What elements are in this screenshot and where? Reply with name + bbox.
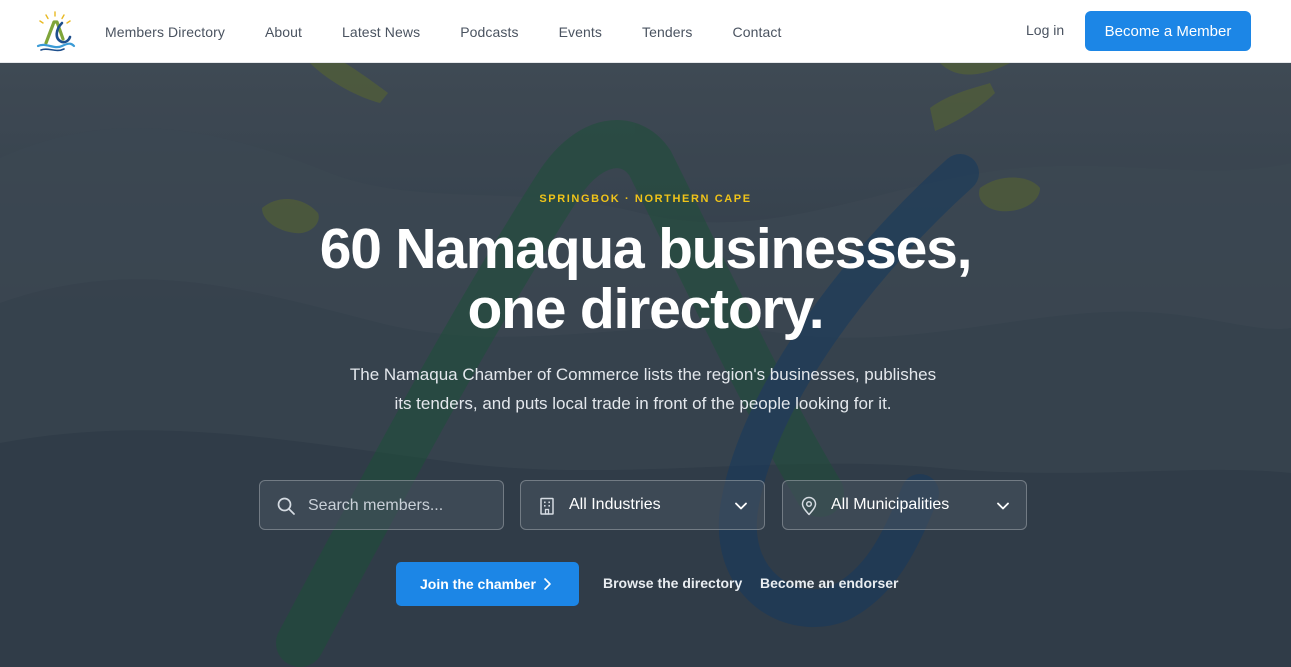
- become-member-button[interactable]: Become a Member: [1085, 11, 1251, 51]
- chevron-down-icon: [735, 502, 747, 510]
- map-pin-icon: [801, 496, 817, 516]
- hero-headline-line-2: one directory.: [467, 277, 825, 341]
- directory-filters: All Industries All Municipalities: [259, 480, 1027, 530]
- become-endorser-link[interactable]: Become an endorser: [760, 575, 899, 591]
- industry-select[interactable]: All Industries: [520, 480, 765, 530]
- hero-actions: Join the chamber Browse the directory Be…: [396, 562, 916, 606]
- hero-subtext: The Namaqua Chamber of Commerce lists th…: [349, 365, 937, 413]
- hero-section: SPRINGBOK · NORTHERN CAPE 60 Namaqua bus…: [0, 63, 1291, 667]
- browse-directory-link[interactable]: Browse the directory: [603, 575, 742, 591]
- nav-link-podcasts[interactable]: Podcasts: [440, 24, 538, 40]
- nav-link-latest-news[interactable]: Latest News: [322, 24, 440, 40]
- hero-eyebrow: SPRINGBOK · NORTHERN CAPE: [539, 193, 752, 205]
- search-field[interactable]: [259, 480, 504, 530]
- industry-select-value: All Industries: [569, 496, 661, 513]
- municipality-select-value: All Municipalities: [831, 496, 950, 513]
- hero-headline-line-1: 60 Namaqua businesses,: [319, 217, 973, 281]
- join-chamber-button[interactable]: Join the chamber: [396, 562, 579, 606]
- chevron-down-icon: [997, 502, 1009, 510]
- search-icon: [277, 497, 295, 515]
- join-chamber-label: Join the chamber: [420, 576, 536, 592]
- municipality-select[interactable]: All Municipalities: [782, 480, 1027, 530]
- namaqua-logo[interactable]: [32, 9, 78, 53]
- nav-link-events[interactable]: Events: [539, 24, 622, 40]
- nav-link-about[interactable]: About: [245, 24, 322, 40]
- main-nav: Members Directory About Latest News Podc…: [85, 0, 801, 63]
- search-input[interactable]: [308, 493, 488, 519]
- login-link[interactable]: Log in: [1026, 22, 1064, 38]
- top-navbar: Members Directory About Latest News Podc…: [0, 0, 1291, 63]
- building-icon: [540, 497, 554, 515]
- nav-link-tenders[interactable]: Tenders: [622, 24, 713, 40]
- nav-link-members-directory[interactable]: Members Directory: [85, 24, 245, 40]
- nav-link-contact[interactable]: Contact: [713, 24, 802, 40]
- chevron-right-icon: [544, 578, 551, 590]
- hero-headline: 60 Namaqua businesses, one directory.: [0, 219, 1291, 339]
